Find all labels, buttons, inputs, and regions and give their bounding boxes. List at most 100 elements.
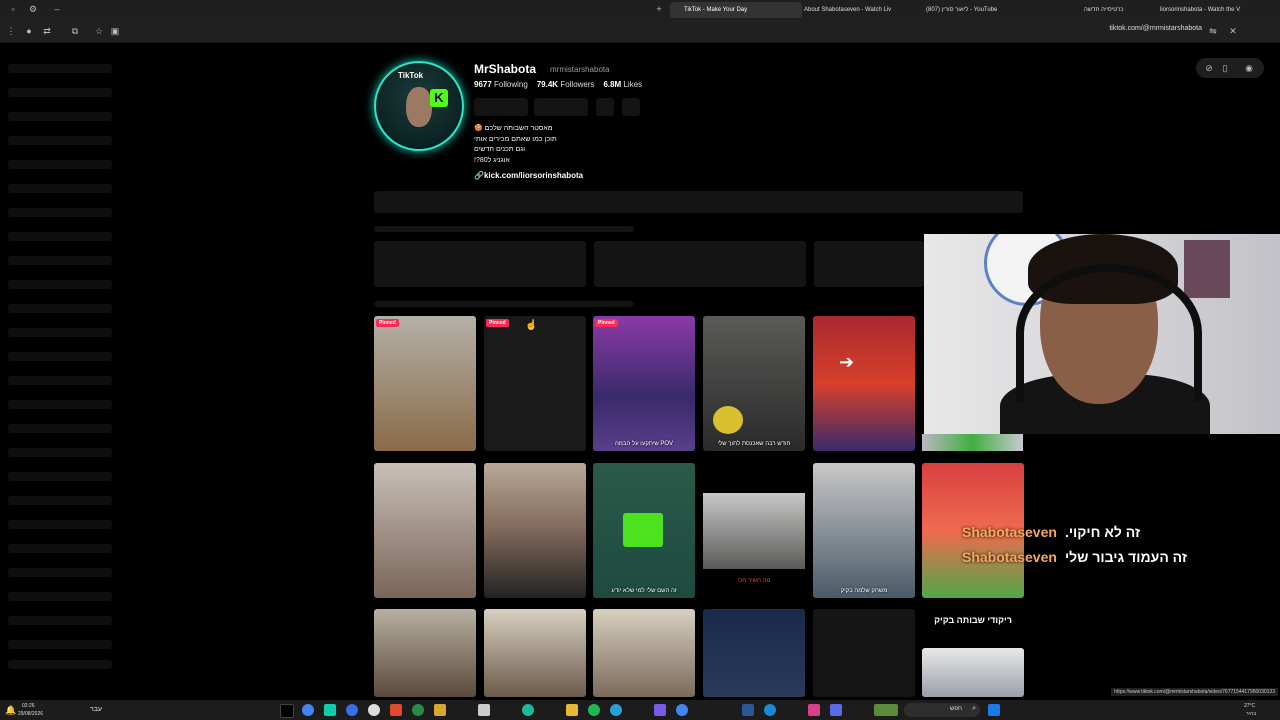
link-icon: 🔗 — [474, 171, 484, 180]
window-icon[interactable]: ▫ — [6, 2, 20, 16]
skeleton-bar — [8, 544, 112, 553]
video-thumbnail[interactable] — [374, 463, 476, 598]
chrome-app-icon[interactable] — [676, 704, 688, 716]
notifications-icon[interactable]: 🔔 — [4, 703, 18, 717]
tab-label: liorsorinshabota - Watch the V — [1160, 7, 1241, 13]
kick-logo-icon: K — [430, 89, 448, 107]
profile-avatar[interactable]: TikTok K — [374, 61, 464, 151]
follow-button-skeleton[interactable] — [474, 98, 528, 116]
app-icon[interactable] — [830, 704, 842, 716]
headphones-icon — [1016, 264, 1202, 402]
thumb-bg — [593, 316, 695, 451]
profile-username: mrmistarshabota — [550, 65, 610, 74]
thumb-bg — [813, 463, 915, 598]
skeleton-bar — [8, 660, 112, 669]
webcam-overlay — [924, 234, 1280, 434]
send-icon[interactable]: ⊘ — [1202, 61, 1216, 75]
video-thumbnail[interactable]: מה חשיר חכי — [703, 463, 805, 598]
app-icon[interactable] — [434, 704, 446, 716]
skeleton-bar — [8, 328, 112, 337]
taskbar-language[interactable]: עבר — [90, 706, 102, 713]
video-thumbnail[interactable] — [593, 609, 695, 697]
word-icon[interactable] — [742, 704, 754, 716]
profile-icon[interactable]: ● — [22, 24, 36, 38]
followers-stat[interactable]: 79.4K Followers — [537, 80, 595, 89]
thumb-bg — [593, 609, 695, 697]
address-bar[interactable]: tiktok.com/@mrmistarshabota — [1109, 25, 1202, 32]
profile-link[interactable]: 🔗kick.com/liorsorinshabota — [474, 171, 583, 180]
skeleton-card — [594, 241, 806, 287]
following-stat[interactable]: 9677 Following — [474, 80, 528, 89]
discord-icon[interactable] — [654, 704, 666, 716]
message-button-skeleton[interactable] — [534, 98, 588, 116]
video-thumbnail[interactable]: Pinned POV שיתקעו על הבמה — [593, 316, 695, 451]
page-icon[interactable]: ⧉ — [68, 24, 82, 38]
skeleton-bar — [8, 256, 112, 265]
instagram-icon[interactable] — [808, 704, 820, 716]
app-icon[interactable] — [368, 704, 380, 716]
chrome-app-icon[interactable] — [302, 704, 314, 716]
app-icon[interactable] — [324, 704, 336, 716]
thumb-bg — [484, 463, 586, 598]
tab-kick-about[interactable]: About Shabotaseven - Watch Liv — [792, 2, 922, 18]
skeleton-bar — [8, 280, 112, 289]
overlay-chat-line: Shabotaseven זה לא חיקוי. — [962, 524, 1140, 540]
skeleton-bar — [8, 208, 112, 217]
app-icon[interactable] — [478, 704, 490, 716]
video-caption: משחק שלמה בקיק — [840, 588, 888, 594]
bookmark-icon[interactable]: ☆ — [92, 24, 106, 38]
video-thumbnail[interactable] — [484, 463, 586, 598]
extension-icon[interactable]: ⇄ — [40, 24, 54, 38]
app-icon[interactable] — [522, 704, 534, 716]
settings-icon[interactable]: ⚙ — [26, 2, 40, 16]
minimize-icon[interactable]: – — [50, 2, 64, 16]
video-thumbnail-loading[interactable] — [813, 609, 915, 697]
site-settings-icon[interactable]: ⇋ — [1206, 24, 1220, 38]
video-thumbnail[interactable] — [922, 648, 1024, 697]
thumb-bg — [374, 609, 476, 697]
skeleton-bar — [8, 592, 112, 601]
user-avatar-icon[interactable]: ◉ — [1242, 61, 1256, 75]
video-thumbnail[interactable]: חודש רבה שאכנסת לתוך שלי — [703, 316, 805, 451]
app-icon[interactable] — [412, 704, 424, 716]
taskbar-search[interactable]: חפש ⌕ — [904, 703, 980, 717]
close-icon[interactable]: ✕ — [1226, 24, 1240, 38]
tab-kick-watch[interactable]: liorsorinshabota - Watch the V — [1150, 2, 1260, 18]
video-thumbnail[interactable] — [374, 609, 476, 697]
video-thumbnail[interactable] — [703, 609, 805, 697]
tiktok-app-icon[interactable] — [280, 704, 294, 718]
overlay-username: Shabotaseven — [962, 549, 1057, 565]
video-thumbnail[interactable]: זה השם שלי למי שלא יודע — [593, 463, 695, 598]
menu-icon[interactable]: ⋮ — [4, 24, 18, 38]
share-button-skeleton[interactable] — [596, 98, 614, 116]
app-icon[interactable] — [874, 704, 898, 716]
windows-start-icon[interactable] — [988, 704, 1000, 716]
video-thumbnail[interactable]: Pinned — [374, 316, 476, 451]
kick-logo-icon — [623, 513, 663, 547]
split-view-icon[interactable]: ▣ — [108, 24, 122, 38]
video-thumbnail[interactable]: משחק שלמה בקיק — [813, 463, 915, 598]
taskbar-time: 02:26 — [22, 703, 35, 709]
bio-line: אוגניג ל80?! — [474, 156, 510, 164]
spotify-icon[interactable] — [588, 704, 600, 716]
edge-icon[interactable] — [764, 704, 776, 716]
skeleton-bar — [8, 304, 112, 313]
more-button-skeleton[interactable] — [622, 98, 640, 116]
brave-app-icon[interactable] — [390, 704, 402, 716]
app-icon[interactable] — [346, 704, 358, 716]
folder-icon[interactable] — [566, 704, 578, 716]
telegram-icon[interactable] — [610, 704, 622, 716]
video-thumbnail[interactable]: ➔ — [813, 316, 915, 451]
tab-youtube[interactable]: (807) ליאור סורין - YouTube — [918, 2, 1026, 18]
play-arrow-icon: ➔ — [839, 352, 855, 372]
tab-label: TikTok - Make Your Day — [684, 7, 748, 13]
skeleton-line — [374, 301, 634, 307]
profile-link-text: kick.com/liorsorinshabota — [483, 171, 584, 180]
device-icon[interactable]: ▯ — [1218, 61, 1232, 75]
new-tab-icon[interactable]: + — [652, 2, 666, 16]
video-thumbnail[interactable]: Pinned — [484, 316, 586, 451]
avatar-face — [406, 87, 432, 127]
taskbar-date: 29/08/2026 — [18, 711, 44, 717]
tab-tiktok[interactable]: TikTok - Make Your Day — [670, 2, 802, 18]
video-thumbnail[interactable] — [484, 609, 586, 697]
